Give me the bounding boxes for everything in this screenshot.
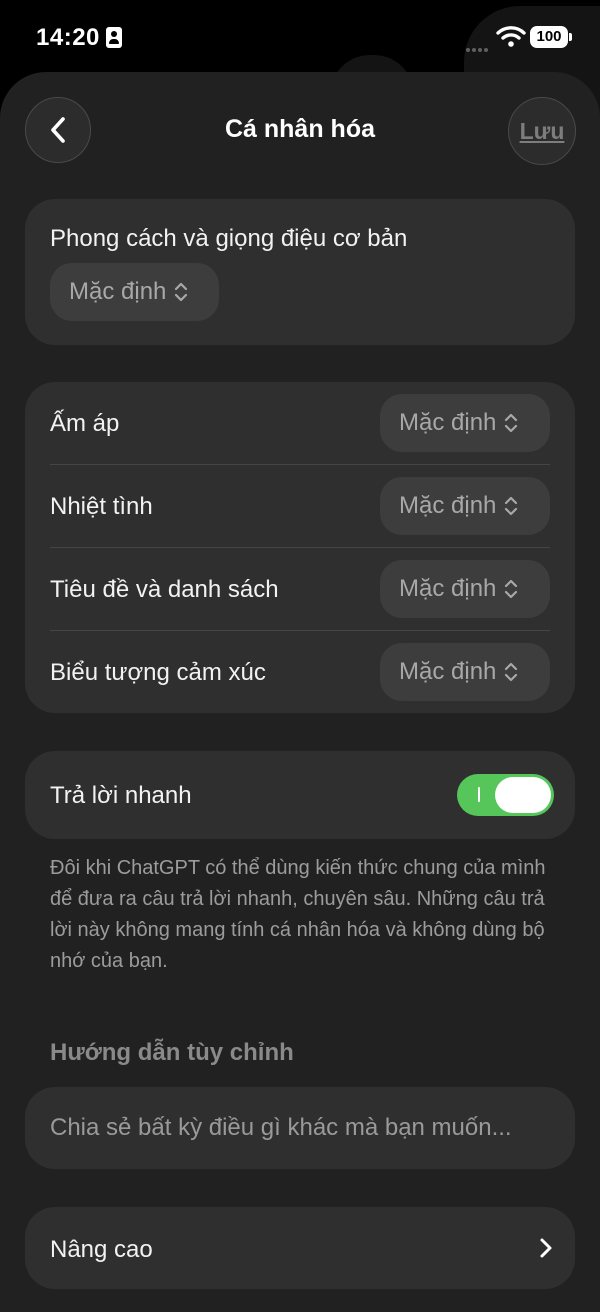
trait-label: Ấm áp	[50, 410, 120, 437]
status-time: 14:20	[36, 24, 100, 51]
base-style-card: Phong cách và giọng điệu cơ bản Mặc định	[25, 199, 575, 345]
trait-row-headers-lists: Tiêu đề và danh sách Mặc định	[25, 548, 575, 631]
quick-answers-description: Đôi khi ChatGPT có thể dùng kiến thức ch…	[50, 857, 546, 972]
chevron-up-down-icon	[505, 413, 518, 433]
battery-tip	[569, 33, 572, 41]
trait-select-warmth[interactable]: Mặc định	[380, 394, 550, 452]
trait-select-headers-lists[interactable]: Mặc định	[380, 560, 550, 618]
advanced-row[interactable]: Nâng cao	[25, 1207, 575, 1289]
base-style-select[interactable]: Mặc định	[50, 263, 219, 321]
trait-row-enthusiasm: Nhiệt tình Mặc định	[25, 465, 575, 548]
battery-indicator: 100	[530, 26, 568, 48]
trait-select-enthusiasm[interactable]: Mặc định	[380, 477, 550, 535]
trait-row-emoji: Biểu tượng cảm xúc Mặc định	[25, 631, 575, 714]
toggle-on-indicator	[478, 787, 480, 802]
status-bar: 14:20 100	[0, 0, 600, 126]
wifi-icon	[496, 26, 526, 47]
quick-answers-toggle[interactable]	[457, 774, 554, 816]
chevron-right-icon	[540, 1238, 552, 1258]
chevron-up-down-icon	[175, 282, 188, 302]
chevron-up-down-icon	[505, 662, 518, 682]
trait-value: Mặc định	[399, 658, 497, 685]
cellular-signal-icon	[466, 39, 492, 52]
trait-row-warmth: Ấm áp Mặc định	[25, 382, 575, 465]
quick-answers-label: Trả lời nhanh	[50, 782, 192, 809]
base-style-title: Phong cách và giọng điệu cơ bản	[50, 225, 408, 252]
chevron-up-down-icon	[505, 496, 518, 516]
traits-card: Ấm áp Mặc định Nhiệt tình Mặc định Tiêu …	[25, 382, 575, 713]
quick-answers-card: Trả lời nhanh	[25, 751, 575, 839]
toggle-knob	[495, 777, 551, 813]
advanced-label: Nâng cao	[50, 1236, 153, 1263]
custom-instructions-heading: Hướng dẫn tùy chỉnh	[50, 1039, 294, 1066]
custom-instructions-card	[25, 1087, 575, 1169]
trait-value: Mặc định	[399, 409, 497, 436]
trait-value: Mặc định	[399, 492, 497, 519]
contact-icon	[106, 27, 122, 48]
base-style-value: Mặc định	[69, 278, 167, 305]
trait-label: Biểu tượng cảm xúc	[50, 659, 266, 686]
trait-value: Mặc định	[399, 575, 497, 602]
chevron-up-down-icon	[505, 579, 518, 599]
trait-label: Tiêu đề và danh sách	[50, 576, 279, 603]
save-button[interactable]: Lưu	[508, 97, 576, 165]
custom-instructions-input[interactable]	[50, 1087, 560, 1169]
trait-label: Nhiệt tình	[50, 493, 153, 520]
trait-select-emoji[interactable]: Mặc định	[380, 643, 550, 701]
